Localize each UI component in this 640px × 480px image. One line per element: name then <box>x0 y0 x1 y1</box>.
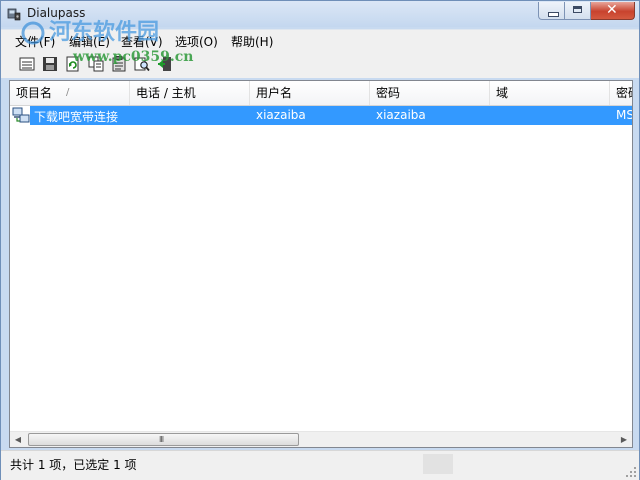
app-icon <box>7 8 21 21</box>
column-header-password-type[interactable]: 密码 <box>610 81 632 105</box>
menu-edit[interactable]: 编辑(E) <box>69 33 110 50</box>
cell-user-name: xiazaiba <box>256 108 306 122</box>
column-header-domain[interactable]: 域 <box>490 81 610 105</box>
scroll-grip: III <box>159 435 164 444</box>
title-bar[interactable]: Dialupass ✕ <box>1 1 639 27</box>
minimize-icon <box>548 12 559 17</box>
table-row[interactable]: 下载吧宽带连接 xiazaiba xiazaiba MS <box>10 106 633 125</box>
status-panel <box>423 454 453 474</box>
save-icon[interactable] <box>42 56 58 72</box>
status-bar: 共计 1 项，已选定 1 项 <box>1 450 639 480</box>
row-selection-highlight <box>30 106 632 125</box>
app-window: Dialupass ✕ 文件(F) 编辑(E) 查看(V) 选项(O) 帮助(H… <box>0 0 640 480</box>
sort-indicator: / <box>66 87 70 98</box>
window-title: Dialupass <box>27 6 86 20</box>
maximize-icon <box>573 6 582 13</box>
cell-password: xiazaiba <box>376 108 426 122</box>
column-header-entry-name[interactable]: 项目名 / <box>10 81 130 105</box>
maximize-button[interactable] <box>565 2 591 20</box>
html-report-icon[interactable] <box>111 56 127 72</box>
entries-list[interactable]: 项目名 / 电话 / 主机 用户名 密码 域 密码 下载吧宽带连接 xiazai… <box>9 80 633 448</box>
scroll-thumb[interactable]: III <box>28 433 299 446</box>
dialup-connection-icon <box>12 107 30 123</box>
cell-entry-name: 下载吧宽带连接 <box>34 110 119 124</box>
status-text: 共计 1 项，已选定 1 项 <box>10 458 137 472</box>
list-header: 项目名 / 电话 / 主机 用户名 密码 域 密码 <box>10 81 632 106</box>
close-icon: ✕ <box>606 2 618 18</box>
cell-password-type: MS <box>616 108 633 122</box>
column-header-phone-host[interactable]: 电话 / 主机 <box>130 81 250 105</box>
select-all-icon[interactable] <box>19 56 35 72</box>
copy-icon[interactable] <box>88 56 104 72</box>
menu-options[interactable]: 选项(O) <box>175 33 218 50</box>
minimize-button[interactable] <box>538 2 565 20</box>
column-header-password[interactable]: 密码 <box>370 81 490 105</box>
column-header-user-name[interactable]: 用户名 <box>250 81 370 105</box>
menu-help[interactable]: 帮助(H) <box>231 33 273 50</box>
find-icon[interactable] <box>134 56 150 72</box>
scroll-left-button[interactable]: ◀ <box>10 433 26 447</box>
scroll-right-button[interactable]: ▶ <box>616 433 632 447</box>
caption-buttons: ✕ <box>538 2 635 22</box>
exit-icon[interactable] <box>157 56 173 72</box>
menu-view[interactable]: 查看(V) <box>121 33 163 50</box>
refresh-icon[interactable] <box>65 56 81 72</box>
menu-bar: 文件(F) 编辑(E) 查看(V) 选项(O) 帮助(H) <box>1 29 639 51</box>
horizontal-scrollbar[interactable]: ◀ III ▶ <box>10 431 632 447</box>
close-button[interactable]: ✕ <box>591 2 635 20</box>
toolbar <box>1 51 639 78</box>
menu-file[interactable]: 文件(F) <box>15 33 55 50</box>
resize-grip-icon[interactable] <box>625 466 637 478</box>
